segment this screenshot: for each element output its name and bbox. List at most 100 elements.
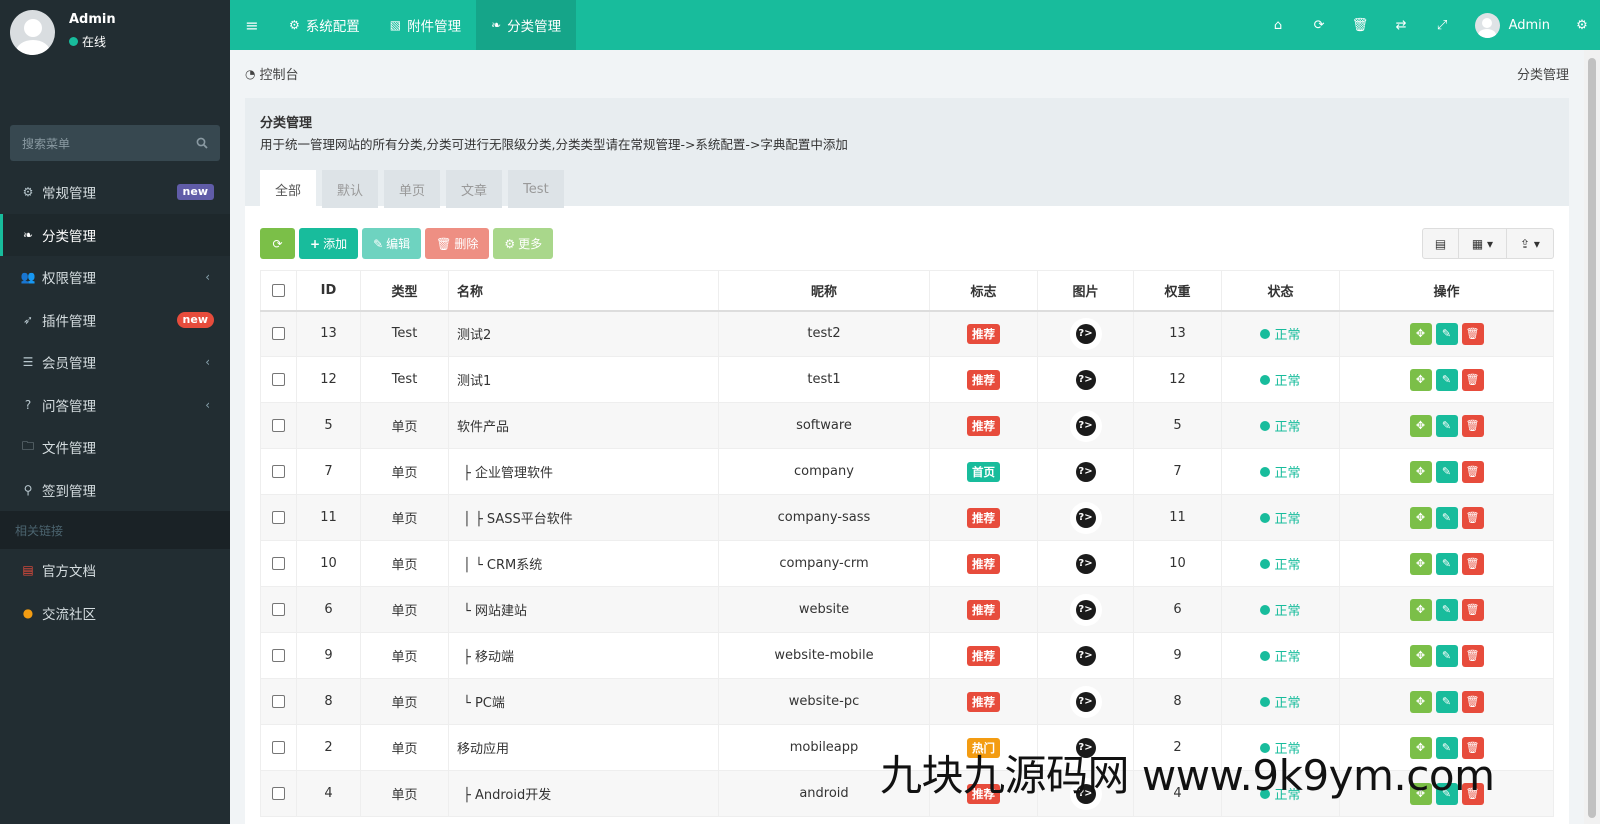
menu-search-input[interactable]: 搜索菜单 (10, 125, 220, 161)
row-checkbox[interactable] (272, 741, 285, 754)
row-edit-button[interactable]: ✎ (1435, 690, 1458, 713)
translate-icon[interactable]: ⇄ (1381, 0, 1422, 50)
row-delete-button[interactable]: 🗑 (1461, 322, 1484, 345)
drag-move-button[interactable]: ✥ (1409, 414, 1432, 437)
image-placeholder-icon[interactable]: ?> (1075, 461, 1096, 482)
image-placeholder-icon[interactable]: ?> (1075, 553, 1096, 574)
row-checkbox[interactable] (272, 327, 285, 341)
row-checkbox[interactable] (272, 373, 285, 386)
sidebar-item-file[interactable]: 🗀 文件管理 (0, 426, 230, 469)
sidebar-item-community[interactable]: ● 交流社区 (0, 592, 230, 635)
status-badge[interactable]: 正常 (1260, 416, 1301, 435)
row-delete-button[interactable]: 🗑 (1461, 644, 1484, 667)
flag-badge[interactable]: 推荐 (967, 415, 1000, 436)
search-icon[interactable] (196, 137, 208, 149)
col-name[interactable]: 名称 (448, 270, 719, 312)
tab-attachment[interactable]: ▧ 附件管理 (375, 0, 476, 50)
row-edit-button[interactable]: ✎ (1435, 598, 1458, 621)
row-delete-button[interactable]: 🗑 (1461, 690, 1484, 713)
sidebar-item-general[interactable]: ⚙ 常规管理 new (0, 171, 230, 214)
row-edit-button[interactable]: ✎ (1435, 552, 1458, 575)
row-checkbox[interactable] (272, 511, 285, 524)
tab-test[interactable]: Test (508, 170, 564, 208)
flag-badge[interactable]: 首页 (967, 461, 1000, 482)
col-status[interactable]: 状态 (1221, 270, 1340, 312)
flag-badge[interactable]: 推荐 (967, 323, 1000, 344)
col-id[interactable]: ID (296, 270, 361, 312)
expand-icon[interactable]: ⤢ (1422, 0, 1463, 50)
sidebar-item-addon[interactable]: ➶ 插件管理 new (0, 299, 230, 342)
sidebar-item-qa[interactable]: ? 问答管理 ‹ (0, 384, 230, 427)
sidebar-item-category[interactable]: ❧ 分类管理 (0, 213, 230, 256)
delete-button[interactable]: 🗑 删除 (425, 228, 490, 259)
cogs-icon[interactable]: ⚙ (1564, 0, 1600, 50)
user-avatar[interactable] (10, 10, 55, 55)
tab-all[interactable]: 全部 (260, 170, 317, 208)
flag-badge[interactable]: 推荐 (967, 691, 1000, 712)
col-flag[interactable]: 标志 (929, 270, 1038, 312)
table-row[interactable]: 11 单页 │ ├ SASS平台软件 company-sass 推荐 ?> 11 正常 ✥ ✎ 🗑 (260, 494, 1554, 541)
row-delete-button[interactable]: 🗑 (1461, 598, 1484, 621)
row-edit-button[interactable]: ✎ (1435, 644, 1458, 667)
row-edit-button[interactable]: ✎ (1435, 506, 1458, 529)
row-checkbox[interactable] (272, 695, 285, 708)
tab-category[interactable]: ❧ 分类管理 (476, 0, 577, 50)
row-delete-button[interactable]: 🗑 (1461, 506, 1484, 529)
image-placeholder-icon[interactable]: ?> (1075, 323, 1096, 344)
drag-move-button[interactable]: ✥ (1409, 368, 1432, 391)
drag-move-button[interactable]: ✥ (1409, 598, 1432, 621)
add-button[interactable]: + 添加 (299, 228, 359, 259)
status-badge[interactable]: 正常 (1260, 600, 1301, 619)
tab-system-config[interactable]: ⚙ 系统配置 (274, 0, 375, 50)
row-checkbox[interactable] (272, 787, 285, 800)
row-checkbox[interactable] (272, 557, 285, 570)
row-delete-button[interactable]: 🗑 (1461, 552, 1484, 575)
refresh-icon[interactable]: ⟳ (1299, 0, 1340, 50)
edit-button[interactable]: ✎ 编辑 (362, 228, 422, 259)
table-row[interactable]: 5 单页 软件产品 software 推荐 ?> 5 正常 ✥ ✎ 🗑 (260, 402, 1554, 449)
flag-badge[interactable]: 推荐 (967, 369, 1000, 390)
status-badge[interactable]: 正常 (1260, 508, 1301, 527)
table-row[interactable]: 7 单页 ├ 企业管理软件 company 首页 ?> 7 正常 ✥ ✎ 🗑 (260, 448, 1554, 495)
status-badge[interactable]: 正常 (1260, 462, 1301, 481)
sidebar-item-signin[interactable]: ⚲ 签到管理 (0, 469, 230, 512)
col-type[interactable]: 类型 (360, 270, 449, 312)
breadcrumb-dashboard[interactable]: 控制台 (259, 64, 298, 83)
col-weigh[interactable]: 权重 (1133, 270, 1222, 312)
drag-move-button[interactable]: ✥ (1409, 644, 1432, 667)
drag-move-button[interactable]: ✥ (1409, 690, 1432, 713)
col-nickname[interactable]: 昵称 (718, 270, 930, 312)
tab-default[interactable]: 默认 (322, 170, 379, 208)
status-badge[interactable]: 正常 (1260, 324, 1301, 343)
scrollbar-thumb[interactable] (1588, 58, 1596, 818)
flag-badge[interactable]: 推荐 (967, 553, 1000, 574)
tab-article[interactable]: 文章 (446, 170, 503, 208)
sidebar-item-docs[interactable]: ▤ 官方文档 (0, 549, 230, 592)
row-delete-button[interactable]: 🗑 (1461, 368, 1484, 391)
row-delete-button[interactable]: 🗑 (1461, 460, 1484, 483)
table-row[interactable]: 12 Test 测试1 test1 推荐 ?> 12 正常 ✥ ✎ 🗑 (260, 356, 1554, 403)
image-placeholder-icon[interactable]: ?> (1075, 369, 1096, 390)
home-icon[interactable]: ⌂ (1258, 0, 1299, 50)
navbar-user[interactable]: Admin (1463, 12, 1564, 38)
status-badge[interactable]: 正常 (1260, 554, 1301, 573)
row-checkbox[interactable] (272, 419, 285, 432)
row-edit-button[interactable]: ✎ (1435, 414, 1458, 437)
row-checkbox[interactable] (272, 603, 285, 616)
row-edit-button[interactable]: ✎ (1435, 322, 1458, 345)
image-placeholder-icon[interactable]: ?> (1075, 415, 1096, 436)
image-placeholder-icon[interactable]: ?> (1075, 507, 1096, 528)
sidebar-toggle-icon[interactable]: ≡ (230, 0, 274, 50)
export-button[interactable]: ⇪ ▾ (1507, 229, 1553, 258)
drag-move-button[interactable]: ✥ (1409, 506, 1432, 529)
row-checkbox[interactable] (272, 465, 285, 478)
tab-page[interactable]: 单页 (384, 170, 441, 208)
sidebar-item-auth[interactable]: 👥 权限管理 ‹ (0, 256, 230, 299)
more-button[interactable]: ⚙ 更多 (493, 228, 554, 259)
table-row[interactable]: 13 Test 测试2 test2 推荐 ?> 13 正常 ✥ ✎ 🗑 (260, 310, 1554, 357)
drag-move-button[interactable]: ✥ (1409, 460, 1432, 483)
page-scrollbar[interactable] (1584, 50, 1600, 824)
row-edit-button[interactable]: ✎ (1435, 460, 1458, 483)
trash-icon[interactable]: 🗑 (1340, 0, 1381, 50)
row-delete-button[interactable]: 🗑 (1461, 414, 1484, 437)
